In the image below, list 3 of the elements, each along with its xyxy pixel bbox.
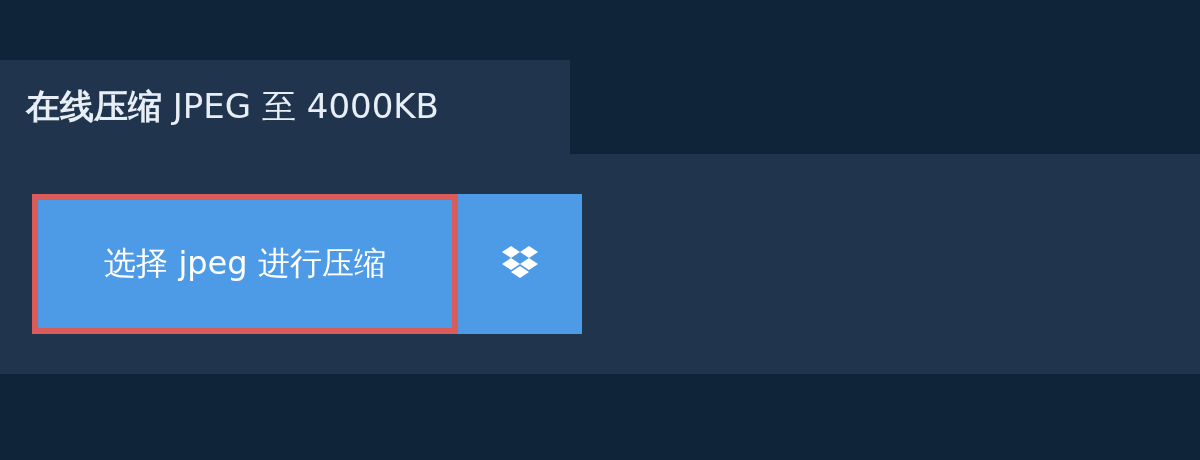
dropbox-button[interactable] (458, 194, 582, 334)
page-title: 在线压缩 JPEG 至 4000KB (26, 85, 439, 128)
upload-button[interactable]: 选择 jpeg 进行压缩 (32, 194, 458, 334)
